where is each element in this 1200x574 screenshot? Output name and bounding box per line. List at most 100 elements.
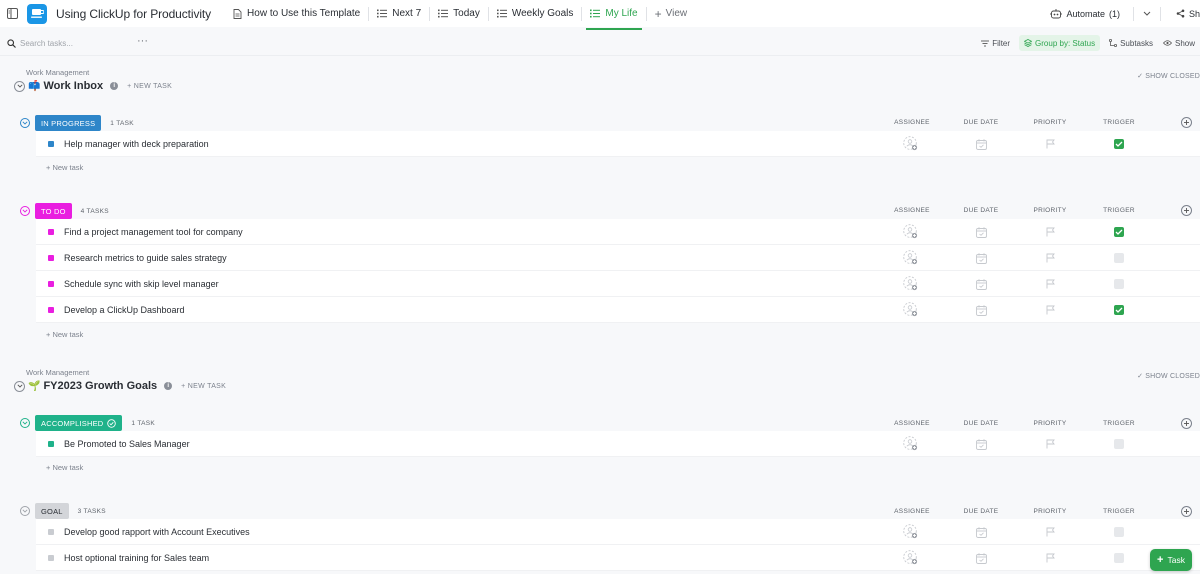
column-header-trigger[interactable]: TRIGGER bbox=[1084, 207, 1154, 214]
status-pill[interactable]: IN PROGRESS bbox=[35, 115, 102, 131]
column-header-trigger[interactable]: TRIGGER bbox=[1084, 508, 1154, 515]
column-header-assignee[interactable]: ASSIGNEE bbox=[877, 207, 947, 214]
priority-cell[interactable] bbox=[1040, 297, 1060, 323]
column-header-priority[interactable]: PRIORITY bbox=[1015, 119, 1085, 126]
status-square-icon[interactable] bbox=[48, 528, 54, 535]
due-date-cell[interactable] bbox=[971, 431, 991, 457]
column-header-assignee[interactable]: ASSIGNEE bbox=[877, 420, 947, 427]
task-row[interactable]: Help manager with deck preparation bbox=[36, 131, 1200, 157]
more-options-icon[interactable]: ··· bbox=[137, 35, 148, 47]
new-task-button[interactable]: + New task bbox=[46, 163, 83, 172]
due-date-cell[interactable] bbox=[971, 131, 991, 157]
assignee-cell[interactable] bbox=[901, 431, 921, 457]
due-date-cell[interactable] bbox=[971, 219, 991, 245]
chevron-down-icon[interactable] bbox=[14, 80, 25, 92]
priority-cell[interactable] bbox=[1040, 271, 1060, 297]
task-row[interactable]: Research metrics to guide sales strategy bbox=[36, 245, 1200, 271]
chevron-down-icon[interactable] bbox=[14, 380, 25, 392]
task-row[interactable]: Find a project management tool for compa… bbox=[36, 219, 1200, 245]
trigger-cell[interactable] bbox=[1109, 545, 1129, 571]
trigger-checkbox[interactable] bbox=[1114, 253, 1124, 263]
assignee-cell[interactable] bbox=[901, 545, 921, 571]
new-task-button[interactable]: + New task bbox=[46, 330, 83, 339]
show-closed-toggle[interactable]: ✓ SHOW CLOSED bbox=[1137, 72, 1200, 80]
chevron-down-icon[interactable] bbox=[20, 506, 30, 516]
trigger-checkbox[interactable] bbox=[1114, 279, 1124, 289]
priority-cell[interactable] bbox=[1040, 245, 1060, 271]
status-pill[interactable]: TO DO bbox=[35, 203, 72, 219]
share-button[interactable]: Sh bbox=[1166, 9, 1200, 19]
chevron-down-icon[interactable] bbox=[20, 206, 30, 216]
priority-cell[interactable] bbox=[1040, 131, 1060, 157]
assignee-cell[interactable] bbox=[901, 245, 921, 271]
subtasks-button[interactable]: Subtasks bbox=[1104, 39, 1158, 48]
task-name[interactable]: Develop a ClickUp Dashboard bbox=[64, 305, 185, 315]
priority-cell[interactable] bbox=[1040, 431, 1060, 457]
add-column-icon[interactable] bbox=[1181, 205, 1192, 216]
status-square-icon[interactable] bbox=[48, 440, 54, 447]
task-row[interactable]: Host optional training for Sales team bbox=[36, 545, 1200, 571]
task-name[interactable]: Be Promoted to Sales Manager bbox=[64, 439, 190, 449]
column-header-due-date[interactable]: DUE DATE bbox=[946, 508, 1016, 515]
due-date-cell[interactable] bbox=[971, 271, 991, 297]
task-name[interactable]: Schedule sync with skip level manager bbox=[64, 279, 219, 289]
add-column-icon[interactable] bbox=[1181, 506, 1192, 517]
column-header-priority[interactable]: PRIORITY bbox=[1015, 508, 1085, 515]
priority-cell[interactable] bbox=[1040, 519, 1060, 545]
show-closed-toggle[interactable]: ✓ SHOW CLOSED bbox=[1137, 372, 1200, 380]
column-header-assignee[interactable]: ASSIGNEE bbox=[877, 119, 947, 126]
automate-button[interactable]: Automate (1) bbox=[1050, 8, 1128, 19]
chevron-down-icon[interactable] bbox=[1139, 11, 1155, 16]
trigger-cell[interactable] bbox=[1109, 431, 1129, 457]
add-task-fab[interactable]: + Task bbox=[1150, 549, 1192, 571]
priority-cell[interactable] bbox=[1040, 545, 1060, 571]
assignee-cell[interactable] bbox=[901, 271, 921, 297]
trigger-cell[interactable] bbox=[1109, 219, 1129, 245]
column-header-due-date[interactable]: DUE DATE bbox=[946, 420, 1016, 427]
status-pill[interactable]: ACCOMPLISHED bbox=[35, 415, 123, 431]
add-column-icon[interactable] bbox=[1181, 418, 1192, 429]
sidebar-toggle-icon[interactable] bbox=[1, 0, 23, 27]
trigger-cell[interactable] bbox=[1109, 297, 1129, 323]
column-header-priority[interactable]: PRIORITY bbox=[1015, 420, 1085, 427]
assignee-cell[interactable] bbox=[901, 519, 921, 545]
task-name[interactable]: Find a project management tool for compa… bbox=[64, 227, 243, 237]
status-square-icon[interactable] bbox=[48, 140, 54, 147]
assignee-cell[interactable] bbox=[901, 131, 921, 157]
task-name[interactable]: Help manager with deck preparation bbox=[64, 139, 209, 149]
trigger-cell[interactable] bbox=[1109, 131, 1129, 157]
group-by-button[interactable]: Group by: Status bbox=[1019, 35, 1101, 51]
trigger-checkbox[interactable] bbox=[1114, 553, 1124, 563]
priority-cell[interactable] bbox=[1040, 219, 1060, 245]
trigger-checkbox[interactable] bbox=[1114, 139, 1124, 149]
new-task-button[interactable]: + New task bbox=[46, 463, 83, 472]
trigger-checkbox[interactable] bbox=[1114, 227, 1124, 237]
chevron-down-icon[interactable] bbox=[20, 118, 30, 128]
column-header-priority[interactable]: PRIORITY bbox=[1015, 207, 1085, 214]
column-header-trigger[interactable]: TRIGGER bbox=[1084, 119, 1154, 126]
due-date-cell[interactable] bbox=[971, 519, 991, 545]
assignee-cell[interactable] bbox=[901, 219, 921, 245]
column-header-trigger[interactable]: TRIGGER bbox=[1084, 420, 1154, 427]
task-row[interactable]: Schedule sync with skip level manager bbox=[36, 271, 1200, 297]
tab-today[interactable]: Today bbox=[430, 0, 488, 27]
trigger-checkbox[interactable] bbox=[1114, 439, 1124, 449]
tab-how-to-use[interactable]: How to Use this Template bbox=[225, 0, 368, 27]
due-date-cell[interactable] bbox=[971, 297, 991, 323]
column-header-assignee[interactable]: ASSIGNEE bbox=[877, 508, 947, 515]
new-task-link[interactable]: + NEW TASK bbox=[127, 83, 172, 90]
task-name[interactable]: Research metrics to guide sales strategy bbox=[64, 253, 227, 263]
assignee-cell[interactable] bbox=[901, 297, 921, 323]
trigger-cell[interactable] bbox=[1109, 271, 1129, 297]
status-square-icon[interactable] bbox=[48, 280, 54, 287]
list-title[interactable]: Work Inbox bbox=[43, 80, 103, 92]
status-square-icon[interactable] bbox=[48, 228, 54, 235]
tab-my-life[interactable]: My Life bbox=[582, 0, 645, 30]
task-row[interactable]: Be Promoted to Sales Manager bbox=[36, 431, 1200, 457]
status-square-icon[interactable] bbox=[48, 254, 54, 261]
show-button[interactable]: Show bbox=[1158, 39, 1200, 48]
task-name[interactable]: Develop good rapport with Account Execut… bbox=[64, 527, 250, 537]
task-name[interactable]: Host optional training for Sales team bbox=[64, 553, 209, 563]
column-header-due-date[interactable]: DUE DATE bbox=[946, 207, 1016, 214]
search-input[interactable]: Search tasks... bbox=[7, 39, 73, 48]
